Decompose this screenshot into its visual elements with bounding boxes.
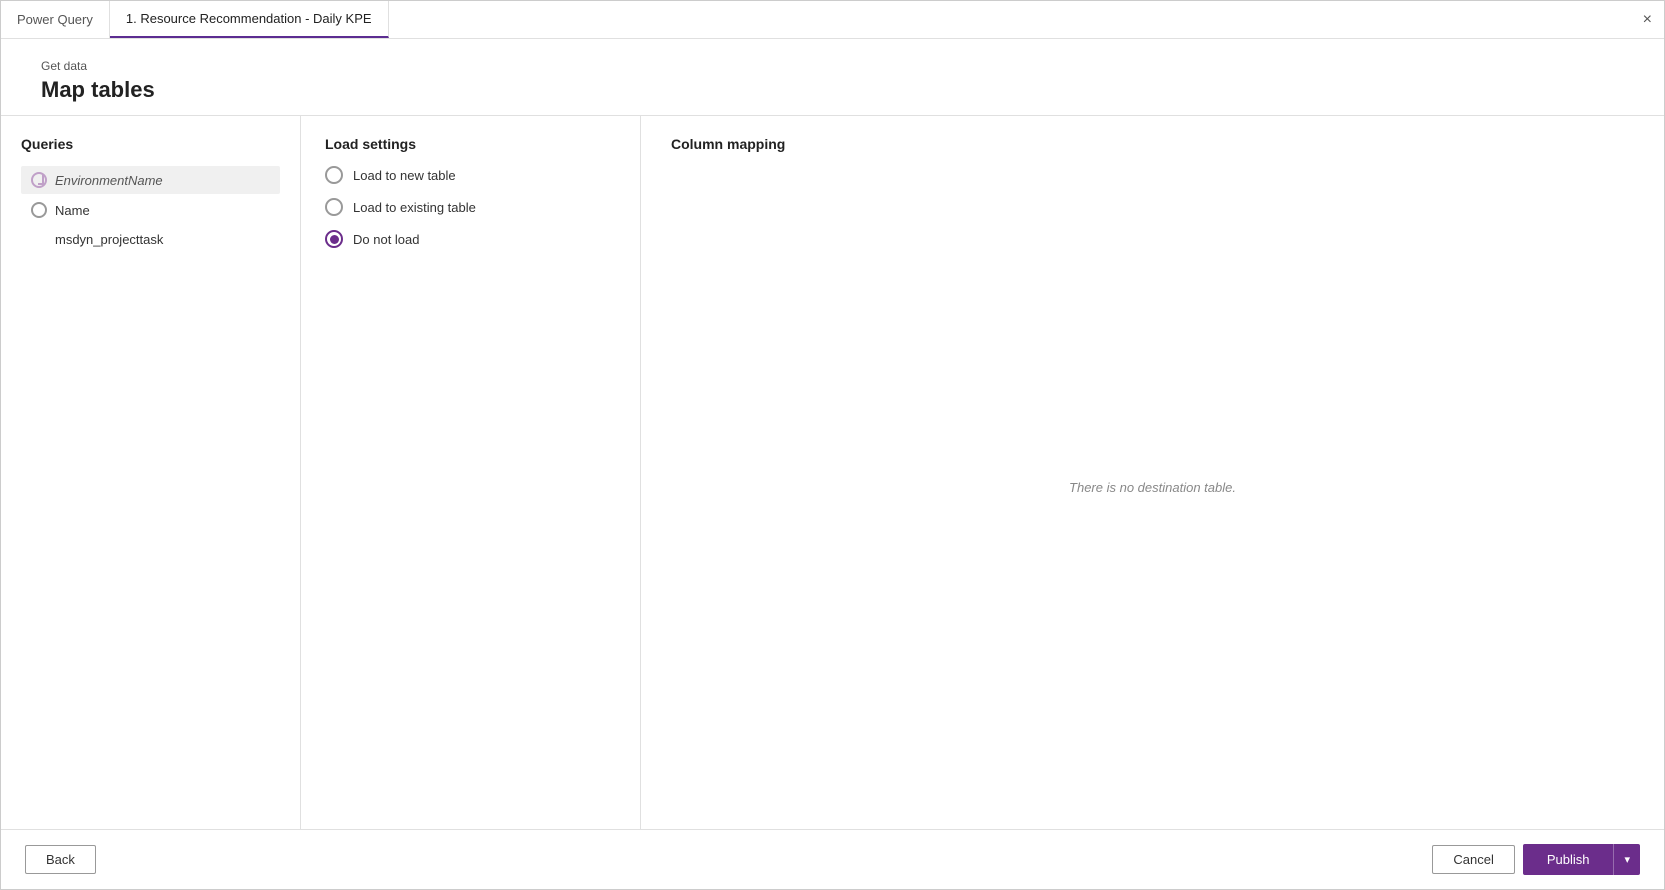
radio-load-new[interactable]: Load to new table <box>325 166 616 184</box>
radio-label-load-new: Load to new table <box>353 168 456 183</box>
radio-outer-do-not-load <box>325 230 343 248</box>
title-bar: Power Query 1. Resource Recommendation -… <box>1 1 1664 39</box>
back-button[interactable]: Back <box>25 845 96 874</box>
publish-dropdown-arrow[interactable]: ▾ <box>1613 844 1640 875</box>
no-destination-message: There is no destination table. <box>671 166 1634 809</box>
column-mapping-title: Column mapping <box>671 136 1634 152</box>
footer: Back Cancel Publish ▾ <box>1 829 1664 889</box>
title-bar-tabs: Power Query 1. Resource Recommendation -… <box>1 1 389 38</box>
publish-button-group: Publish ▾ <box>1523 844 1640 875</box>
radio-outer-load-new <box>325 166 343 184</box>
radio-outer-load-existing <box>325 198 343 216</box>
radio-label-load-existing: Load to existing table <box>353 200 476 215</box>
radio-do-not-load[interactable]: Do not load <box>325 230 616 248</box>
panel-column-mapping: Column mapping There is no destination t… <box>641 116 1664 829</box>
get-data-label: Get data <box>41 59 1624 73</box>
footer-right-actions: Cancel Publish ▾ <box>1432 844 1640 875</box>
panel-load-settings: Load settings Load to new table Load to … <box>301 116 641 829</box>
load-settings-options: Load to new table Load to existing table… <box>325 166 616 248</box>
main-content: Get data Map tables Queries EnvironmentN… <box>1 39 1664 829</box>
cancel-button[interactable]: Cancel <box>1432 845 1514 874</box>
query-item-msdyn[interactable]: msdyn_projecttask <box>21 226 280 253</box>
query-label-name: Name <box>55 203 270 218</box>
main-window: Power Query 1. Resource Recommendation -… <box>0 0 1665 890</box>
close-button[interactable]: × <box>1631 1 1664 38</box>
load-settings-title: Load settings <box>325 136 616 152</box>
page-title: Map tables <box>41 77 1624 103</box>
page-header: Get data Map tables <box>1 39 1664 115</box>
query-label-environment: EnvironmentName <box>55 173 270 188</box>
query-label-msdyn: msdyn_projecttask <box>31 232 270 247</box>
radio-icon-name <box>31 202 47 218</box>
tab-resource-rec[interactable]: 1. Resource Recommendation - Daily KPE <box>110 1 389 38</box>
panel-queries: Queries EnvironmentName Name msdyn_proje… <box>1 116 301 829</box>
tab-power-query[interactable]: Power Query <box>1 1 110 38</box>
publish-button[interactable]: Publish <box>1523 844 1614 875</box>
spinner-icon-environment <box>31 172 47 188</box>
radio-label-do-not-load: Do not load <box>353 232 420 247</box>
query-item-name[interactable]: Name <box>21 196 280 224</box>
queries-panel-title: Queries <box>21 136 280 152</box>
panels-container: Queries EnvironmentName Name msdyn_proje… <box>1 115 1664 829</box>
radio-load-existing[interactable]: Load to existing table <box>325 198 616 216</box>
query-item-environment-name[interactable]: EnvironmentName <box>21 166 280 194</box>
radio-inner-do-not-load <box>330 235 339 244</box>
